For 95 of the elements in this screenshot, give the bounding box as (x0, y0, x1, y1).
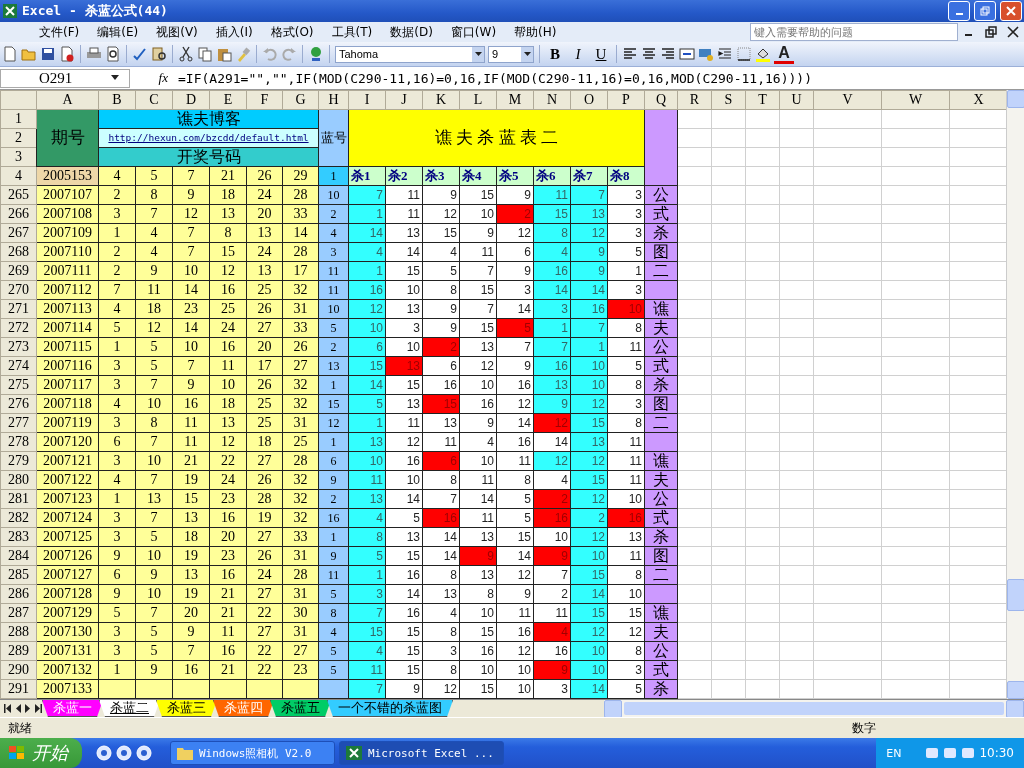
menu-item[interactable]: 窗口(W) (441, 23, 506, 41)
task-label: Windows照相机 V2.0 (199, 745, 312, 761)
bold-button[interactable]: B (545, 44, 565, 64)
column-header[interactable]: S (711, 90, 746, 110)
scroll-left-button[interactable] (604, 699, 622, 718)
sheet-tab[interactable]: 杀蓝三 (156, 700, 217, 717)
restore-button[interactable] (974, 1, 996, 21)
cut-icon[interactable] (178, 46, 194, 62)
column-header[interactable]: H (318, 90, 349, 110)
copy-icon[interactable] (197, 46, 213, 62)
column-header[interactable]: E (209, 90, 247, 110)
windows-logo-icon (8, 745, 26, 761)
window-title: Excel - 杀蓝公式(44) (22, 2, 169, 20)
menu-item[interactable]: 格式(O) (261, 23, 323, 41)
column-header[interactable]: I (348, 90, 386, 110)
last-sheet-icon[interactable] (34, 704, 42, 713)
taskbar-button[interactable]: Windows照相机 V2.0 (170, 741, 335, 765)
underline-button[interactable]: U (591, 44, 611, 64)
name-box[interactable]: O291 (0, 68, 130, 88)
align-left-icon[interactable] (622, 46, 638, 62)
new-file-icon[interactable] (2, 46, 18, 62)
restore-icon[interactable] (984, 25, 998, 39)
table-cell: 期号 (36, 109, 99, 167)
borders-icon[interactable] (736, 46, 752, 62)
menu-item[interactable]: 文件(F) (30, 23, 89, 41)
minimize-icon (955, 13, 963, 15)
column-header[interactable]: L (459, 90, 497, 110)
scroll-right-button[interactable] (1006, 699, 1024, 718)
help-search-field[interactable]: 键入需要帮助的问题 (750, 23, 958, 41)
column-header[interactable]: V (813, 90, 882, 110)
column-header[interactable]: F (246, 90, 283, 110)
minimize-button[interactable] (948, 1, 970, 21)
font-size-field[interactable]: 9 (488, 45, 534, 63)
next-sheet-icon[interactable] (24, 704, 32, 713)
folder-icon (177, 746, 193, 760)
column-header[interactable]: T (745, 90, 780, 110)
column-header[interactable]: C (135, 90, 173, 110)
column-header[interactable]: Q (644, 90, 678, 110)
fill-color-icon[interactable] (755, 46, 771, 62)
column-header[interactable]: P (607, 90, 645, 110)
table-cell: 谯 夫 杀 蓝 表 二 (348, 109, 645, 167)
sheet-tab[interactable]: 一个不错的杀蓝图 (327, 700, 453, 717)
menu-item[interactable]: 工具(T) (322, 23, 382, 41)
column-header[interactable]: R (677, 90, 712, 110)
spelling-icon[interactable] (132, 46, 148, 62)
sheet-tab[interactable]: 杀蓝五 (270, 700, 331, 717)
taskbar-button[interactable]: Microsoft Excel ... (339, 741, 504, 765)
indent-icon[interactable] (717, 46, 733, 62)
print-preview-icon[interactable] (105, 46, 121, 62)
excel-icon (346, 746, 362, 760)
menu-item[interactable]: 编辑(E) (88, 23, 148, 41)
column-header[interactable]: A (36, 90, 99, 110)
column-header[interactable]: X (949, 90, 1006, 110)
previous-sheet-icon[interactable] (14, 704, 22, 713)
excel-icon[interactable] (2, 3, 18, 19)
italic-button[interactable]: I (568, 44, 588, 64)
caret-icon (111, 75, 121, 81)
merge-center-icon[interactable] (679, 46, 695, 62)
formula-field[interactable]: =IF(A291="","",IF(MOD(C290-11,16)=0,16,IF(MOD(C290-11,16)=0,16,MOD(C290-11,16)))) (178, 70, 812, 86)
table-cell: 蓝号 (318, 109, 349, 167)
save-icon[interactable] (40, 46, 56, 62)
clock: 10:30 (979, 746, 1014, 760)
column-header[interactable]: K (422, 90, 460, 110)
column-header[interactable]: D (172, 90, 210, 110)
sheet-tab[interactable]: 杀蓝二 (99, 700, 160, 717)
menu-item[interactable]: 插入(I) (206, 23, 262, 41)
column-header[interactable]: N (533, 90, 571, 110)
column-header[interactable]: U (779, 90, 814, 110)
scrollbar-thumb[interactable] (1007, 579, 1024, 611)
task-label: Microsoft Excel ... (368, 746, 494, 760)
column-header[interactable]: G (282, 90, 319, 110)
close-icon (1006, 6, 1016, 16)
menu-item[interactable]: 帮助(H) (505, 23, 566, 41)
restore-icon (980, 6, 990, 16)
font-name-field[interactable]: Tahoma (335, 45, 485, 63)
column-header[interactable]: B (98, 90, 136, 110)
column-header[interactable]: W (881, 90, 950, 110)
first-sheet-icon[interactable] (4, 704, 12, 713)
menu-item[interactable]: 视图(V) (147, 23, 207, 41)
status-text: 就绪 (8, 719, 32, 737)
close-button[interactable] (1000, 1, 1022, 21)
column-header[interactable]: M (496, 90, 534, 110)
align-center-icon[interactable] (641, 46, 657, 62)
paste-icon[interactable] (216, 46, 232, 62)
caret-icon (474, 52, 482, 56)
align-right-icon[interactable] (660, 46, 676, 62)
close-icon[interactable] (1006, 25, 1020, 39)
menu-item[interactable]: 数据(D) (381, 23, 442, 41)
column-header[interactable]: O (570, 90, 608, 110)
function-label[interactable]: fx (130, 70, 178, 86)
scrollbar-thumb[interactable] (624, 702, 1004, 715)
status-mode: 数字 (852, 719, 876, 737)
font-color-button[interactable]: A (774, 44, 794, 64)
caret-icon (523, 52, 531, 56)
column-header[interactable]: J (385, 90, 423, 110)
